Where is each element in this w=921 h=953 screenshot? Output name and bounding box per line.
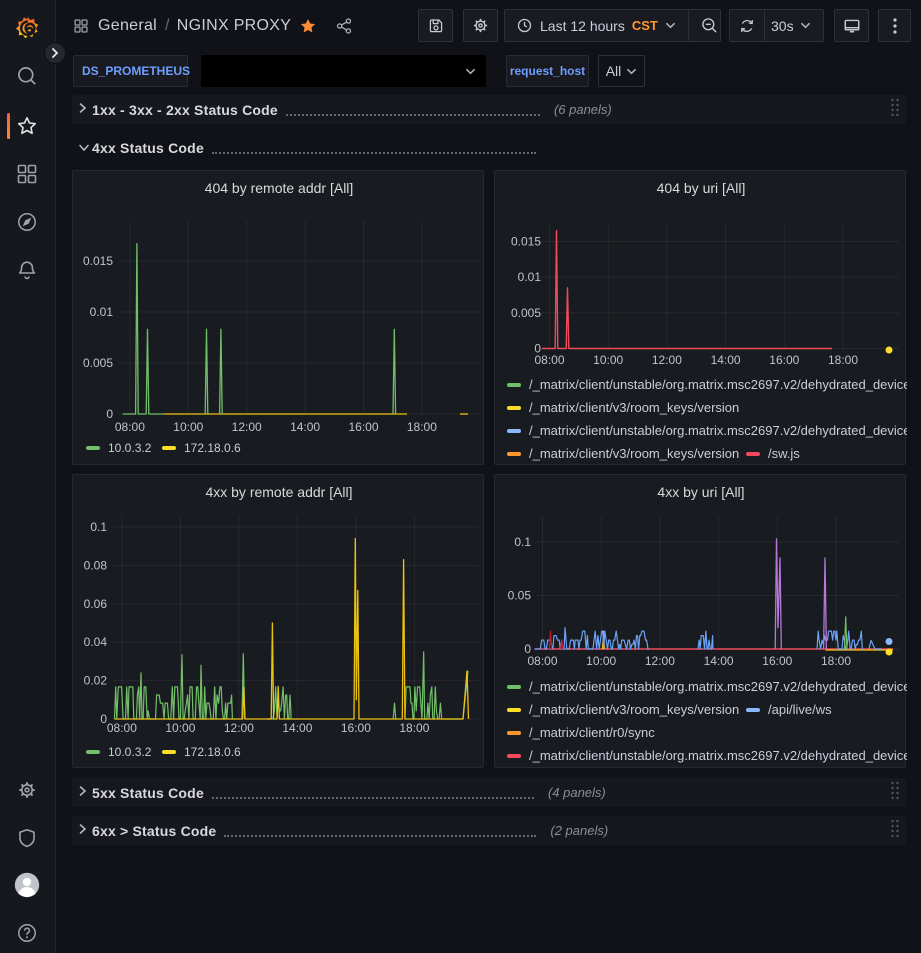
svg-text:0.005: 0.005	[511, 306, 541, 320]
svg-text:172.18.0.6: 172.18.0.6	[184, 745, 241, 759]
svg-text:0.015: 0.015	[511, 234, 541, 248]
svg-text:18:00: 18:00	[407, 420, 437, 434]
svg-text:404 by remote addr [All]: 404 by remote addr [All]	[205, 180, 354, 196]
svg-text:/sw.js: /sw.js	[768, 446, 800, 461]
svg-text:18:00: 18:00	[399, 721, 429, 735]
svg-text:4xx by remote addr [All]: 4xx by remote addr [All]	[205, 484, 352, 500]
svg-text:12:00: 12:00	[652, 353, 682, 367]
svg-text:/_matrix/client/unstable/org.m: /_matrix/client/unstable/org.matrix.msc2…	[529, 679, 907, 694]
svg-text:/_matrix/client/unstable/org.m: /_matrix/client/unstable/org.matrix.msc2…	[529, 377, 907, 392]
svg-text:10.0.3.2: 10.0.3.2	[108, 441, 152, 455]
svg-text:/_matrix/client/r0/sync: /_matrix/client/r0/sync	[529, 725, 655, 740]
svg-text:/_matrix/client/unstable/org.m: /_matrix/client/unstable/org.matrix.msc2…	[529, 423, 907, 438]
svg-text:/_matrix/client/v3/room_keys/v: /_matrix/client/v3/room_keys/version	[529, 702, 739, 717]
svg-text:18:00: 18:00	[828, 353, 858, 367]
svg-text:10:00: 10:00	[586, 654, 616, 668]
svg-text:0.1: 0.1	[90, 520, 107, 534]
svg-text:14:00: 14:00	[704, 654, 734, 668]
svg-text:404 by uri [All]: 404 by uri [All]	[657, 180, 746, 196]
svg-text:10:00: 10:00	[165, 721, 195, 735]
svg-text:0.005: 0.005	[83, 356, 113, 370]
svg-text:0.015: 0.015	[83, 254, 113, 268]
svg-text:10:00: 10:00	[593, 353, 623, 367]
svg-text:14:00: 14:00	[711, 353, 741, 367]
svg-text:0.08: 0.08	[84, 558, 108, 572]
svg-text:16:00: 16:00	[762, 654, 792, 668]
svg-text:/api/live/ws: /api/live/ws	[768, 702, 832, 717]
svg-text:12:00: 12:00	[645, 654, 675, 668]
svg-text:08:00: 08:00	[534, 353, 564, 367]
svg-text:4xx by uri [All]: 4xx by uri [All]	[657, 484, 744, 500]
svg-text:0.02: 0.02	[84, 674, 108, 688]
svg-text:12:00: 12:00	[232, 420, 262, 434]
svg-text:0.01: 0.01	[90, 305, 114, 319]
svg-text:16:00: 16:00	[348, 420, 378, 434]
svg-text:08:00: 08:00	[107, 721, 137, 735]
svg-text:0.06: 0.06	[84, 597, 108, 611]
svg-text:08:00: 08:00	[115, 420, 145, 434]
svg-text:172.18.0.6: 172.18.0.6	[184, 441, 241, 455]
svg-text:16:00: 16:00	[341, 721, 371, 735]
svg-text:10:00: 10:00	[173, 420, 203, 434]
svg-text:10.0.3.2: 10.0.3.2	[108, 745, 152, 759]
svg-text:16:00: 16:00	[769, 353, 799, 367]
svg-text:/_matrix/client/unstable/org.m: /_matrix/client/unstable/org.matrix.msc2…	[529, 748, 907, 763]
svg-text:0.1: 0.1	[514, 535, 531, 549]
svg-text:14:00: 14:00	[282, 721, 312, 735]
svg-text:0.01: 0.01	[518, 270, 542, 284]
svg-text:14:00: 14:00	[290, 420, 320, 434]
svg-text:0: 0	[106, 407, 113, 421]
svg-text:/_matrix/client/v3/room_keys/v: /_matrix/client/v3/room_keys/version	[529, 446, 739, 461]
svg-text:08:00: 08:00	[527, 654, 557, 668]
svg-text:/_matrix/client/v3/room_keys/v: /_matrix/client/v3/room_keys/version	[529, 400, 739, 415]
svg-text:12:00: 12:00	[224, 721, 254, 735]
svg-text:0.05: 0.05	[508, 589, 532, 603]
svg-text:18:00: 18:00	[821, 654, 851, 668]
svg-text:0.04: 0.04	[84, 635, 108, 649]
